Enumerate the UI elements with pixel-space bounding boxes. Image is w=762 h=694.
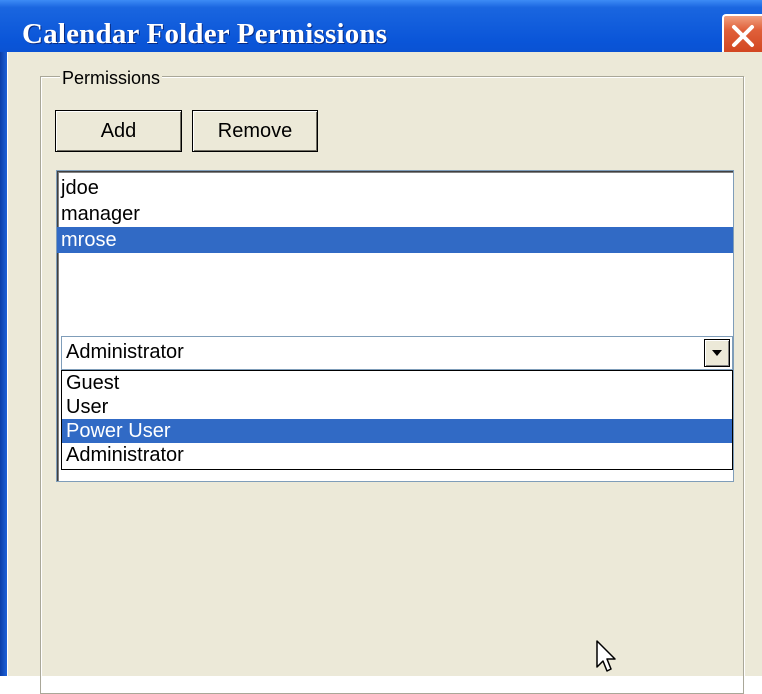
window-title: Calendar Folder Permissions [22,18,388,50]
role-select[interactable]: Administrator [61,336,733,370]
role-options-list[interactable]: Guest User Power User Administrator [61,370,733,470]
role-option[interactable]: Administrator [62,443,732,467]
user-list-item[interactable]: mrose [57,227,733,253]
mouse-pointer-icon [596,640,616,672]
role-select-value: Administrator [66,341,184,363]
close-icon [732,25,754,47]
user-list-item[interactable]: jdoe [57,175,733,201]
window-border [0,52,7,676]
chevron-down-icon [712,350,722,356]
role-select-dropdown-button[interactable] [704,339,730,367]
role-option[interactable]: User [62,395,732,419]
permissions-group-label: Permissions [60,68,163,89]
role-option[interactable]: Guest [62,371,732,395]
remove-button[interactable]: Remove [192,110,318,152]
add-button[interactable]: Add [55,110,182,152]
user-list-item[interactable]: manager [57,201,733,227]
role-option[interactable]: Power User [62,419,732,443]
dialog-body: Permissions Add Remove jdoe manager mros… [7,52,762,694]
